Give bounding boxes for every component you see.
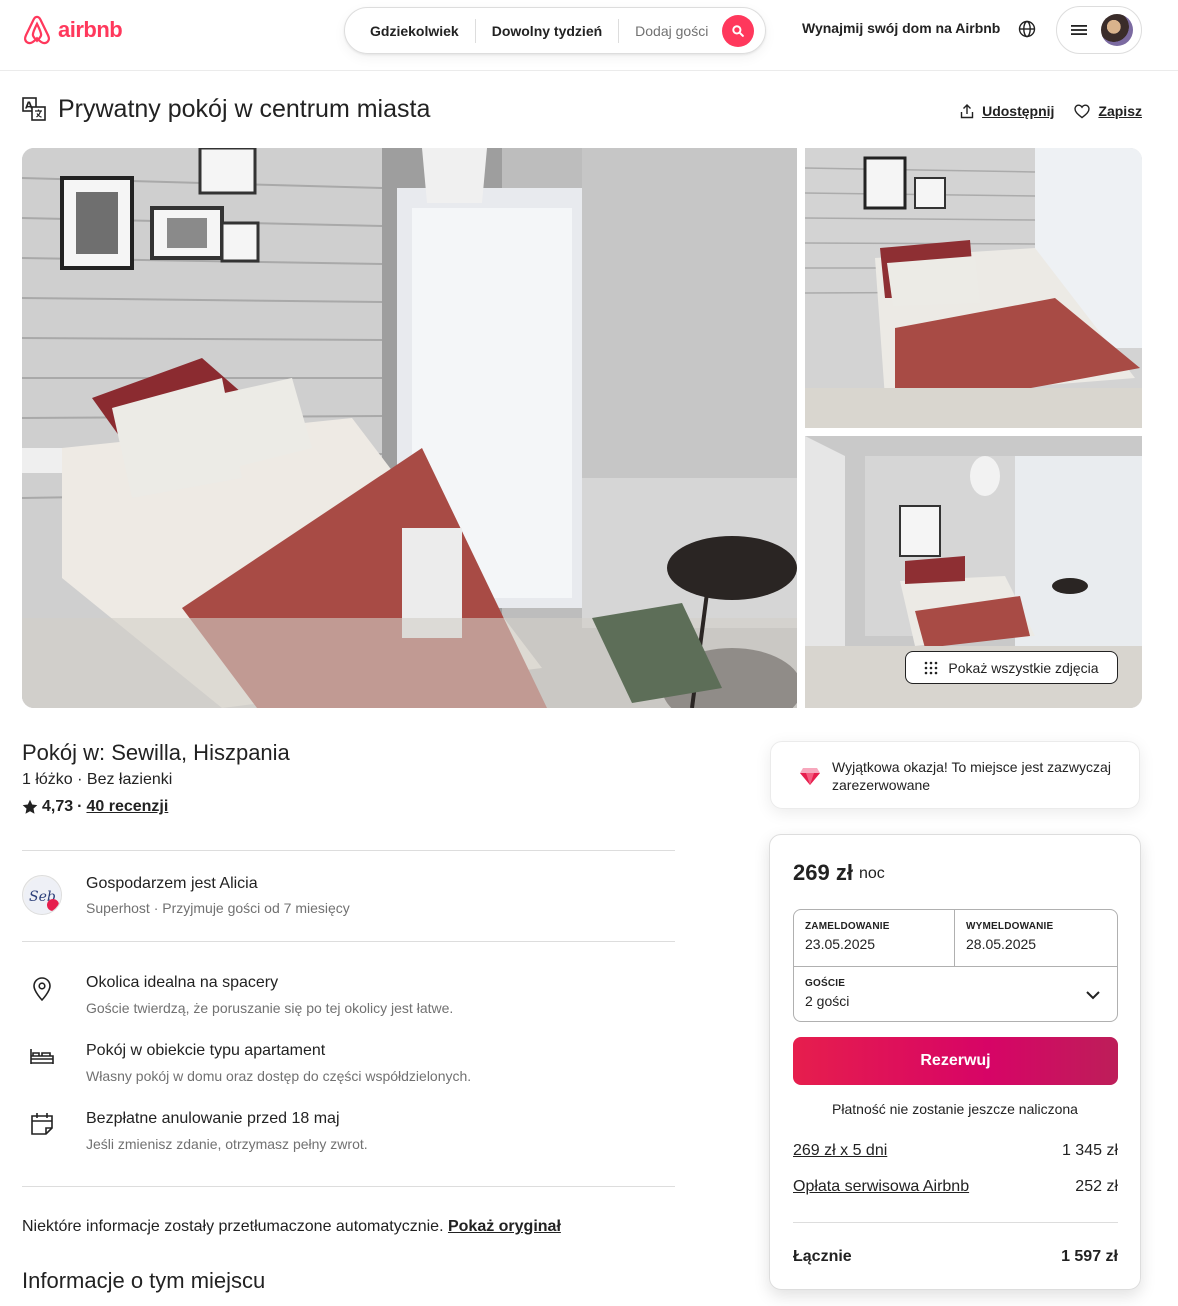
section-divider [22,850,675,851]
top-header: airbnb Gdziekolwiek Dowolny tydzień Doda… [0,0,1178,71]
nightly-breakdown-row: 269 zł x 5 dni 1 345 zł [793,1142,1118,1160]
rating-row: 4,73 · 40 recenzji [22,798,168,816]
rare-find-text: Wyjątkowa okazja! To miejsce jest zazwyc… [832,759,1111,793]
search-button[interactable] [722,14,755,47]
service-fee-value: 252 zł [1075,1178,1118,1195]
hamburger-menu-icon [1071,25,1087,35]
checkout-value: 28.05.2025 [966,936,1037,952]
host-subtitle: Superhost · Przyjmuje gości od 7 miesięc… [86,900,350,916]
guests-label: GOŚCIE [805,978,846,989]
share-button[interactable]: Udostępnij [960,103,1054,119]
diamond-icon [800,768,820,785]
grid-icon [925,661,938,674]
search-bar[interactable]: Gdziekolwiek Dowolny tydzień Dodaj gości [344,7,766,54]
host-name: Gospodarzem jest Alicia [86,875,258,892]
feature-cancellation: Bezpłatne anulowanie przed 18 maj Jeśli … [22,1110,682,1160]
checkout-field[interactable]: WYMELDOWANIE 28.05.2025 [955,910,1117,966]
airbnb-logo-icon [23,15,51,45]
photo-gallery: Pokaż wszystkie zdjęcia [22,148,1142,708]
feature-room-type: Pokój w obiekcie typu apartament Własny … [22,1042,682,1092]
translation-note: Niektóre informacje zostały przetłumaczo… [22,1218,561,1236]
rare-find-card: Wyjątkowa okazja! To miejsce jest zazwyc… [770,741,1140,809]
nightly-price: 269 zł [793,860,853,885]
share-label: Udostępnij [982,103,1055,119]
search-where[interactable]: Gdziekolwiek [345,19,475,43]
host-logo-icon: Seb [24,877,61,914]
airbnb-logo[interactable]: airbnb [22,14,123,46]
heart-icon [1074,103,1091,118]
save-label: Zapisz [1098,103,1142,119]
photo-main[interactable] [22,148,797,708]
section-divider [22,1186,675,1187]
bedroom-photo-2 [805,148,1142,428]
guests-field[interactable]: GOŚCIE 2 gości [794,966,1117,1022]
save-button[interactable]: Zapisz [1074,103,1142,119]
price-unit: noc [859,865,885,882]
photo-2[interactable] [805,148,1142,428]
checkin-value: 23.05.2025 [805,936,876,952]
become-host-link[interactable]: Wynajmij swój dom na Airbnb [802,20,1000,36]
total-label: Łącznie [793,1248,852,1265]
service-fee-row: Opłata serwisowa Airbnb 252 zł [793,1178,1118,1196]
checkout-label: WYMELDOWANIE [966,921,1054,932]
user-avatar [1101,14,1133,46]
bedroom-photo-main [22,148,797,708]
host-avatar[interactable]: Seb [22,875,62,915]
listing-summary: 1 łóżko · Bez łazienki [22,771,173,788]
title-row: A Prywatny pokój w centrum miasta Udostę… [22,94,1142,126]
bed-icon [30,1049,54,1064]
dates-guests-box: ZAMELDOWANIE 23.05.2025 WYMELDOWANIE 28.… [793,909,1118,1022]
feature-subtitle: Goście twierdzą, że poruszanie się po te… [86,1000,454,1016]
user-menu-button[interactable] [1056,6,1142,54]
search-guests[interactable]: Dodaj gości [619,23,722,39]
title-actions: Udostępnij Zapisz [960,103,1142,119]
nightly-breakdown-value: 1 345 zł [1061,1142,1118,1159]
translate-icon: A [22,97,46,121]
nightly-breakdown-label[interactable]: 269 zł x 5 dni [793,1142,887,1160]
feature-title: Pokój w obiekcie typu apartament [86,1042,326,1059]
show-original-link[interactable]: Pokaż oryginał [448,1218,561,1235]
brand-name: airbnb [58,17,123,42]
service-fee-label[interactable]: Opłata serwisowa Airbnb [793,1178,969,1196]
no-charge-note: Płatność nie zostanie jeszcze naliczona [832,1101,1078,1117]
feature-title: Okolica idealna na spacery [86,974,279,991]
map-pin-icon [33,977,51,1002]
calendar-icon [31,1113,53,1135]
feature-subtitle: Własny pokój w domu oraz dostęp do częśc… [86,1068,472,1084]
globe-icon [1018,20,1036,38]
feature-walkable: Okolica idealna na spacery Goście twierd… [22,974,682,1024]
language-button[interactable] [1018,20,1036,43]
search-when[interactable]: Dowolny tydzień [476,19,618,43]
feature-title: Bezpłatne anulowanie przed 18 maj [86,1110,340,1127]
checkin-field[interactable]: ZAMELDOWANIE 23.05.2025 [794,910,955,966]
rating-separator: · [77,798,83,815]
about-section-title: Informacje o tym miejscu [22,1268,266,1293]
chevron-down-icon [1086,991,1100,1000]
share-icon [960,103,974,118]
total-row: Łącznie 1 597 zł [793,1248,1118,1266]
reviews-link[interactable]: 40 recenzji [86,798,168,816]
total-value: 1 597 zł [1061,1248,1118,1265]
total-divider [793,1222,1118,1223]
page-title: Prywatny pokój w centrum miasta [58,95,431,123]
section-divider [22,941,675,942]
show-all-photos-label: Pokaż wszystkie zdjęcia [948,659,1099,676]
show-all-photos-button[interactable]: Pokaż wszystkie zdjęcia [905,651,1118,684]
translation-note-text: Niektóre informacje zostały przetłumaczo… [22,1218,444,1235]
search-icon [732,24,745,37]
listing-location-title: Pokój w: Sewilla, Hiszpania [22,740,290,765]
star-icon [22,799,38,814]
guests-value: 2 gości [805,993,850,1009]
reserve-button[interactable]: Rezerwuj [793,1037,1118,1085]
booking-card: 269 zł noc ZAMELDOWANIE 23.05.2025 WYMEL… [769,834,1141,1290]
feature-subtitle: Jeśli zmienisz zdanie, otrzymasz pełny z… [86,1136,368,1152]
rating-value: 4,73 [42,798,74,815]
checkin-label: ZAMELDOWANIE [805,921,890,932]
